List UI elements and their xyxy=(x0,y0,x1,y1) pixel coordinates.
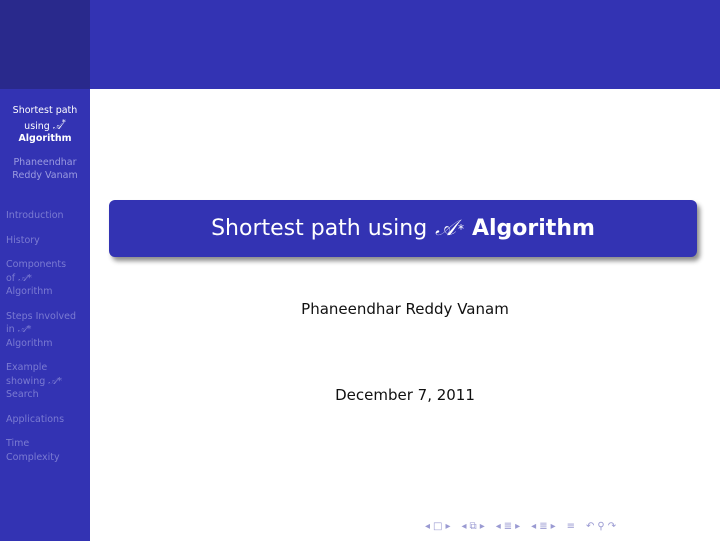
frame-prev-icon[interactable]: ◂ xyxy=(425,521,430,532)
sidebar-item-math: 𝒜* xyxy=(48,375,63,387)
search-icon[interactable]: ⚲ xyxy=(597,521,604,532)
beamer-navigation: ◂ □ ▸ ◂ ⧉ ▸ ◂ ≣ ▸ ◂ ≣ ▸ ≡ ↶ ⚲ ↷ xyxy=(425,521,624,532)
sidebar-item-label: Algorithm xyxy=(6,337,53,349)
sidebar-item-label: Example xyxy=(6,362,48,373)
subsection-next-icon[interactable]: ▸ xyxy=(480,521,485,532)
sidebar-title-sup: * xyxy=(61,118,66,127)
sidebar-author-line1: Phaneendhar xyxy=(13,157,77,168)
sidebar-title-math: 𝒜 xyxy=(52,121,62,133)
part-icon[interactable]: ≣ xyxy=(539,521,547,532)
subsection-prev-icon[interactable]: ◂ xyxy=(462,521,467,532)
subsection-icon[interactable]: ⧉ xyxy=(470,521,477,532)
section-icon[interactable]: ≣ xyxy=(504,521,512,532)
document-icon[interactable]: ≡ xyxy=(567,521,575,532)
sidebar-item-text: showing xyxy=(6,375,49,387)
sidebar-item-label: Introduction xyxy=(6,210,64,221)
sidebar-item-components[interactable]: Components of 𝒜* Algorithm xyxy=(6,258,88,299)
sidebar-item-history[interactable]: History xyxy=(6,234,88,248)
sidebar-item-label: Applications xyxy=(6,413,65,425)
part-next-icon[interactable]: ▸ xyxy=(551,521,556,532)
header-bar xyxy=(90,0,720,89)
sidebar: Shortest path using 𝒜* Algorithm Phaneen… xyxy=(0,89,90,541)
slide-title-box: Shortest path using 𝒜 * Algorithm xyxy=(109,200,697,257)
sidebar-item-steps[interactable]: Steps Involved in 𝒜* Algorithm xyxy=(6,310,88,351)
sidebar-title[interactable]: Shortest path using 𝒜* Algorithm xyxy=(0,105,90,145)
sidebar-item-introduction[interactable]: Introduction xyxy=(6,209,88,223)
slide-title-math: 𝒜 xyxy=(435,216,456,241)
slide-title-bold: Algorithm xyxy=(471,216,595,241)
sidebar-item-math: 𝒜* xyxy=(17,324,32,335)
slide-title-text: Shortest path using xyxy=(211,216,428,241)
sidebar-item-text: in xyxy=(6,324,18,335)
frame-icon[interactable]: □ xyxy=(433,521,442,532)
sidebar-item-label: Algorithm xyxy=(6,286,53,297)
part-prev-icon[interactable]: ◂ xyxy=(531,521,536,532)
sidebar-item-label: in 𝒜* xyxy=(6,323,88,337)
sidebar-item-label: showing 𝒜* xyxy=(6,375,88,389)
sidebar-title-prefix: using xyxy=(24,121,53,133)
slide-title-sup: * xyxy=(457,221,464,236)
sidebar-item-applications[interactable]: Applications xyxy=(6,413,88,427)
slide-author: Phaneendhar Reddy Vanam xyxy=(301,300,509,318)
sidebar-item-label: Complexity xyxy=(6,451,60,463)
sidebar-item-label: of 𝒜* xyxy=(6,272,88,286)
sidebar-nav: Introduction History Components of 𝒜* Al… xyxy=(6,209,88,475)
sidebar-item-label: Components xyxy=(6,259,67,270)
redo-icon[interactable]: ↷ xyxy=(608,521,616,532)
frame-next-icon[interactable]: ▸ xyxy=(445,521,450,532)
section-next-icon[interactable]: ▸ xyxy=(515,521,520,532)
sidebar-item-example[interactable]: Example showing 𝒜* Search xyxy=(6,361,88,402)
sidebar-item-label: Time xyxy=(6,438,30,449)
sidebar-item-label: Search xyxy=(6,389,39,400)
section-prev-icon[interactable]: ◂ xyxy=(496,521,501,532)
sidebar-title-line1: Shortest path xyxy=(12,105,78,116)
sidebar-author-line2: Reddy Vanam xyxy=(12,170,78,181)
sidebar-item-math: 𝒜* xyxy=(18,272,32,284)
sidebar-title-line3: Algorithm xyxy=(18,133,72,145)
sidebar-author[interactable]: Phaneendhar Reddy Vanam xyxy=(0,156,90,182)
undo-icon[interactable]: ↶ xyxy=(586,521,594,532)
header-corner xyxy=(0,0,90,89)
sidebar-item-text: of xyxy=(6,272,19,284)
sidebar-title-line2: using 𝒜* xyxy=(0,117,90,133)
sidebar-item-time-complexity[interactable]: Time Complexity xyxy=(6,437,88,464)
sidebar-item-label: History xyxy=(6,234,40,246)
slide-date: December 7, 2011 xyxy=(335,386,475,404)
sidebar-item-label: Steps Involved xyxy=(6,310,76,322)
